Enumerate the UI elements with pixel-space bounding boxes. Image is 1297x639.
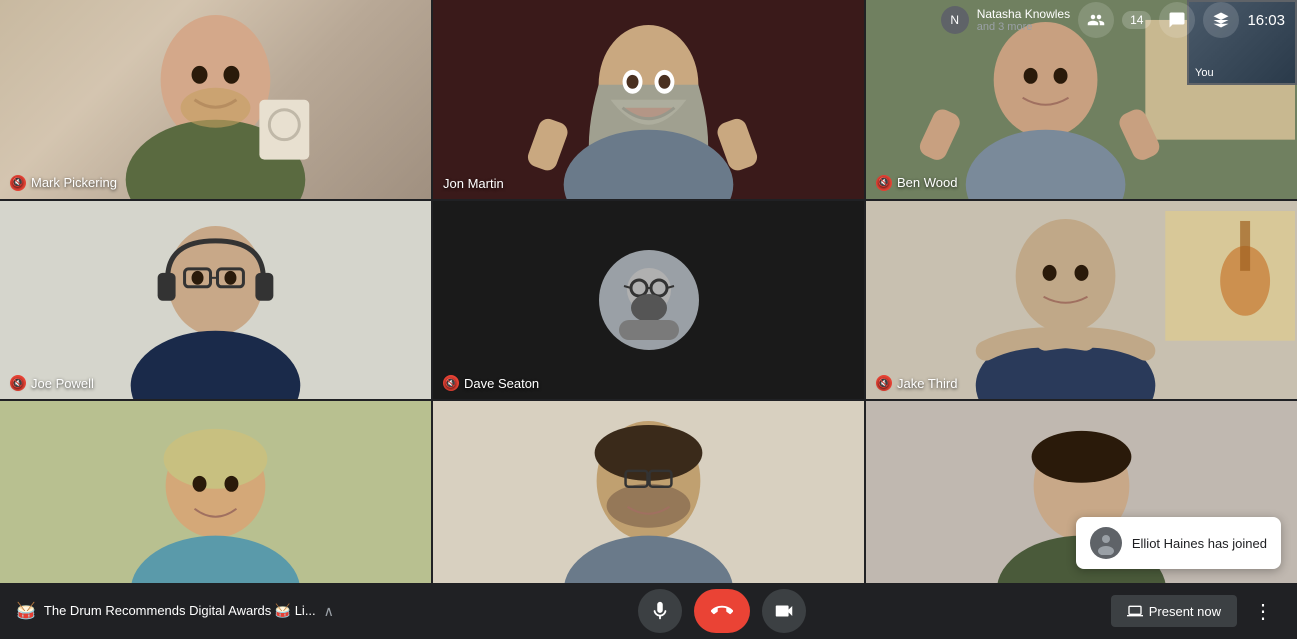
camera-button[interactable]: [762, 589, 806, 633]
controls-center: [638, 589, 806, 633]
toast-message: Elliot Haines has joined: [1132, 536, 1267, 551]
video-cell-jon: Jon Martin: [433, 0, 864, 199]
mic-off-dave: 🔇: [443, 375, 459, 391]
top-bar: N Natasha Knowles and 3 more 14 16:03: [929, 0, 1297, 40]
dave-avatar-circle: [599, 250, 699, 350]
host-subtext: and 3 more: [977, 21, 1070, 33]
mic-off-joe: 🔇: [10, 375, 26, 391]
video-cell-bottom1: [0, 401, 431, 600]
video-grid: 🔇 Mark Pickering: [0, 0, 1297, 600]
mic-off-jake: 🔇: [876, 375, 892, 391]
mic-button[interactable]: [638, 589, 682, 633]
participant-name-jon: Jon Martin: [443, 176, 504, 191]
title-chevron[interactable]: ∧: [324, 603, 334, 620]
video-cell-mark: 🔇 Mark Pickering: [0, 0, 431, 199]
host-name: Natasha Knowles: [977, 7, 1070, 21]
video-cell-jake: 🔇 Jake Third: [866, 201, 1297, 400]
participant-name-ben: 🔇 Ben Wood: [876, 175, 957, 191]
mic-off-mark: 🔇: [10, 175, 26, 191]
activities-button[interactable]: [1203, 2, 1239, 38]
host-avatar: N: [941, 6, 969, 34]
end-call-button[interactable]: [694, 589, 750, 633]
time-display: 16:03: [1247, 12, 1285, 29]
participant-count: 14: [1122, 11, 1151, 29]
participant-name-dave: 🔇 Dave Seaton: [443, 375, 539, 391]
meeting-title-text: The Drum Recommends Digital Awards 🥁 Li.…: [44, 603, 316, 619]
controls-right: Present now ⋮: [1111, 593, 1281, 629]
present-now-button[interactable]: Present now: [1111, 595, 1237, 627]
bottom-bar: 🥁 The Drum Recommends Digital Awards 🥁 L…: [0, 583, 1297, 639]
title-emoji-1: 🥁: [16, 601, 36, 621]
video-cell-bottom2: [433, 401, 864, 600]
meeting-title-area: 🥁 The Drum Recommends Digital Awards 🥁 L…: [16, 601, 334, 621]
dave-avatar: [599, 250, 699, 350]
participants-button[interactable]: [1078, 2, 1114, 38]
video-cell-joe: 🔇 Joe Powell: [0, 201, 431, 400]
mic-off-ben: 🔇: [876, 175, 892, 191]
self-label: You: [1195, 67, 1214, 79]
participant-name-mark: 🔇 Mark Pickering: [10, 175, 117, 191]
toast-avatar: [1090, 527, 1122, 559]
video-cell-dave: 🔇 Dave Seaton: [433, 201, 864, 400]
video-cell-bottom3: [866, 401, 1297, 600]
participant-name-joe: 🔇 Joe Powell: [10, 375, 94, 391]
notification-toast: Elliot Haines has joined: [1076, 517, 1281, 569]
chat-button[interactable]: [1159, 2, 1195, 38]
more-options-button[interactable]: ⋮: [1245, 593, 1281, 629]
host-info: Natasha Knowles and 3 more: [977, 7, 1070, 33]
present-label: Present now: [1149, 604, 1221, 619]
meeting-info: N Natasha Knowles and 3 more: [941, 6, 1070, 34]
participant-name-jake: 🔇 Jake Third: [876, 375, 957, 391]
